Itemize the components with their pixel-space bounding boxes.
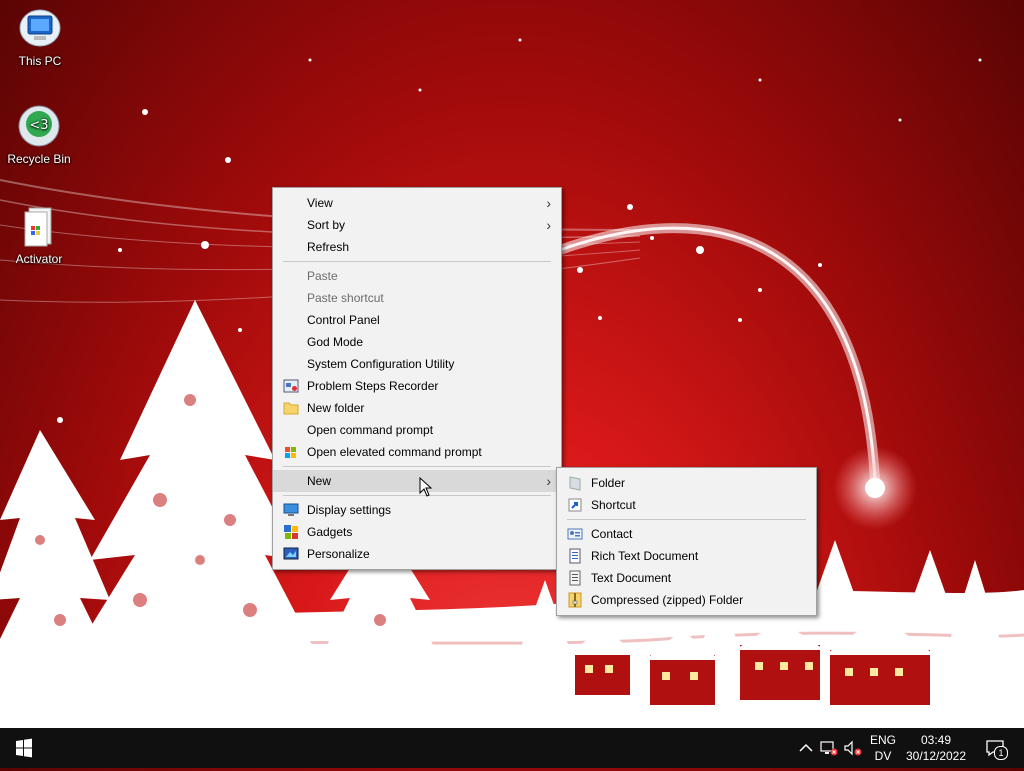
clock-date: 30/12/2022 — [905, 749, 967, 763]
menu-item-label: View — [307, 196, 333, 210]
zip-folder-icon — [567, 592, 583, 608]
menu-separator — [567, 519, 806, 520]
menu-item-label: Paste — [307, 269, 338, 283]
new-menu-item-compressed-folder[interactable]: Compressed (zipped) Folder — [557, 589, 816, 611]
new-menu-item-shortcut[interactable]: Shortcut — [557, 494, 816, 516]
show-hidden-icons-button[interactable] — [796, 728, 816, 768]
new-submenu: Folder Shortcut Contact Rich Text Docume… — [556, 467, 817, 616]
computer-icon — [18, 6, 62, 50]
menu-item-new-folder[interactable]: New folder — [273, 397, 561, 419]
gadgets-icon — [283, 524, 299, 540]
menu-item-label: New folder — [307, 401, 365, 415]
menu-item-label: Display settings — [307, 503, 392, 517]
menu-item-label: Personalize — [307, 547, 370, 561]
action-center-button[interactable]: 1 — [980, 728, 1010, 768]
notification-count-badge: 1 — [994, 746, 1008, 760]
menu-item-label: Refresh — [307, 240, 350, 254]
network-disconnected-icon — [820, 741, 838, 756]
menu-item-label: God Mode — [307, 335, 364, 349]
menu-item-label: Paste shortcut — [307, 291, 384, 305]
desktop-icon-label: This PC — [18, 54, 62, 68]
new-menu-item-rich-text-document[interactable]: Rich Text Document — [557, 545, 816, 567]
new-menu-item-contact[interactable]: Contact — [557, 523, 816, 545]
menu-item-view[interactable]: View › — [273, 192, 561, 214]
folder-icon — [283, 400, 299, 416]
svg-text:<3: <3 — [29, 118, 48, 133]
menu-item-problem-steps-recorder[interactable]: Problem Steps Recorder — [273, 375, 561, 397]
menu-item-control-panel[interactable]: Control Panel — [273, 309, 561, 331]
start-button[interactable] — [0, 728, 48, 768]
menu-item-personalize[interactable]: Personalize — [273, 543, 561, 565]
desktop-context-menu: View › Sort by › Refresh Paste Paste sho… — [272, 187, 562, 570]
speaker-muted-icon — [844, 740, 862, 756]
menu-item-sort-by[interactable]: Sort by › — [273, 214, 561, 236]
menu-item-label: Rich Text Document — [591, 549, 699, 563]
volume-tray-button[interactable] — [842, 728, 864, 768]
chevron-right-icon: › — [546, 217, 551, 233]
menu-item-label: Shortcut — [591, 498, 636, 512]
new-menu-item-text-document[interactable]: Text Document — [557, 567, 816, 589]
taskbar-clock[interactable]: 03:49 30/12/2022 — [900, 732, 972, 764]
windows-logo-icon — [16, 738, 32, 758]
rich-text-icon — [567, 548, 583, 564]
chevron-right-icon: › — [546, 473, 551, 489]
shortcut-icon — [567, 497, 583, 513]
desktop-icon-recycle-bin[interactable]: <3 Recycle Bin — [1, 104, 77, 166]
menu-item-paste-shortcut: Paste shortcut — [273, 287, 561, 309]
desktop-icon-label: Recycle Bin — [7, 152, 71, 166]
menu-separator — [283, 466, 551, 467]
language-code: ENG — [869, 733, 896, 747]
text-document-icon — [567, 570, 583, 586]
steps-recorder-icon — [283, 378, 299, 394]
network-tray-button[interactable] — [818, 728, 840, 768]
keyboard-layout-code: DV — [874, 749, 892, 763]
new-menu-item-folder[interactable]: Folder — [557, 472, 816, 494]
notification-icon: 1 — [985, 739, 1008, 760]
menu-item-label: New — [307, 474, 332, 488]
menu-item-label: Problem Steps Recorder — [307, 379, 439, 393]
menu-item-gadgets[interactable]: Gadgets — [273, 521, 561, 543]
desktop-icon-this-pc[interactable]: This PC — [2, 6, 78, 68]
menu-item-label: Control Panel — [307, 313, 380, 327]
windows-shield-icon — [283, 444, 299, 460]
desktop-icon-activator[interactable]: Activator — [1, 204, 77, 266]
menu-item-open-elevated-command-prompt[interactable]: Open elevated command prompt — [273, 441, 561, 463]
menu-item-label: Sort by — [307, 218, 346, 232]
menu-item-paste: Paste — [273, 265, 561, 287]
input-language-indicator[interactable]: ENG DV — [866, 732, 900, 764]
menu-item-label: Contact — [591, 527, 633, 541]
menu-item-label: Compressed (zipped) Folder — [591, 593, 744, 607]
menu-item-display-settings[interactable]: Display settings — [273, 499, 561, 521]
recycle-bin-icon: <3 — [17, 104, 61, 148]
menu-item-label: Open command prompt — [307, 423, 434, 437]
menu-item-refresh[interactable]: Refresh — [273, 236, 561, 258]
menu-item-god-mode[interactable]: God Mode — [273, 331, 561, 353]
contact-card-icon — [567, 526, 583, 542]
menu-item-system-configuration-utility[interactable]: System Configuration Utility — [273, 353, 561, 375]
menu-item-label: Folder — [591, 476, 626, 490]
taskbar: ENG DV 03:49 30/12/2022 1 — [0, 728, 1024, 768]
menu-item-label: Open elevated command prompt — [307, 445, 482, 459]
menu-item-new[interactable]: New › — [273, 470, 561, 492]
clock-time: 03:49 — [920, 733, 952, 747]
personalize-icon — [283, 546, 299, 562]
display-icon — [283, 502, 299, 518]
menu-separator — [283, 261, 551, 262]
folder-icon — [567, 475, 583, 491]
mouse-cursor-icon — [419, 476, 433, 497]
desktop-icon-label: Activator — [15, 252, 63, 266]
menu-item-label: Gadgets — [307, 525, 353, 539]
activator-icon — [17, 204, 61, 248]
chevron-right-icon: › — [546, 195, 551, 211]
menu-item-label: Text Document — [591, 571, 672, 585]
chevron-up-icon — [799, 743, 813, 752]
menu-item-open-command-prompt[interactable]: Open command prompt — [273, 419, 561, 441]
menu-item-label: System Configuration Utility — [307, 357, 455, 371]
menu-separator — [283, 495, 551, 496]
